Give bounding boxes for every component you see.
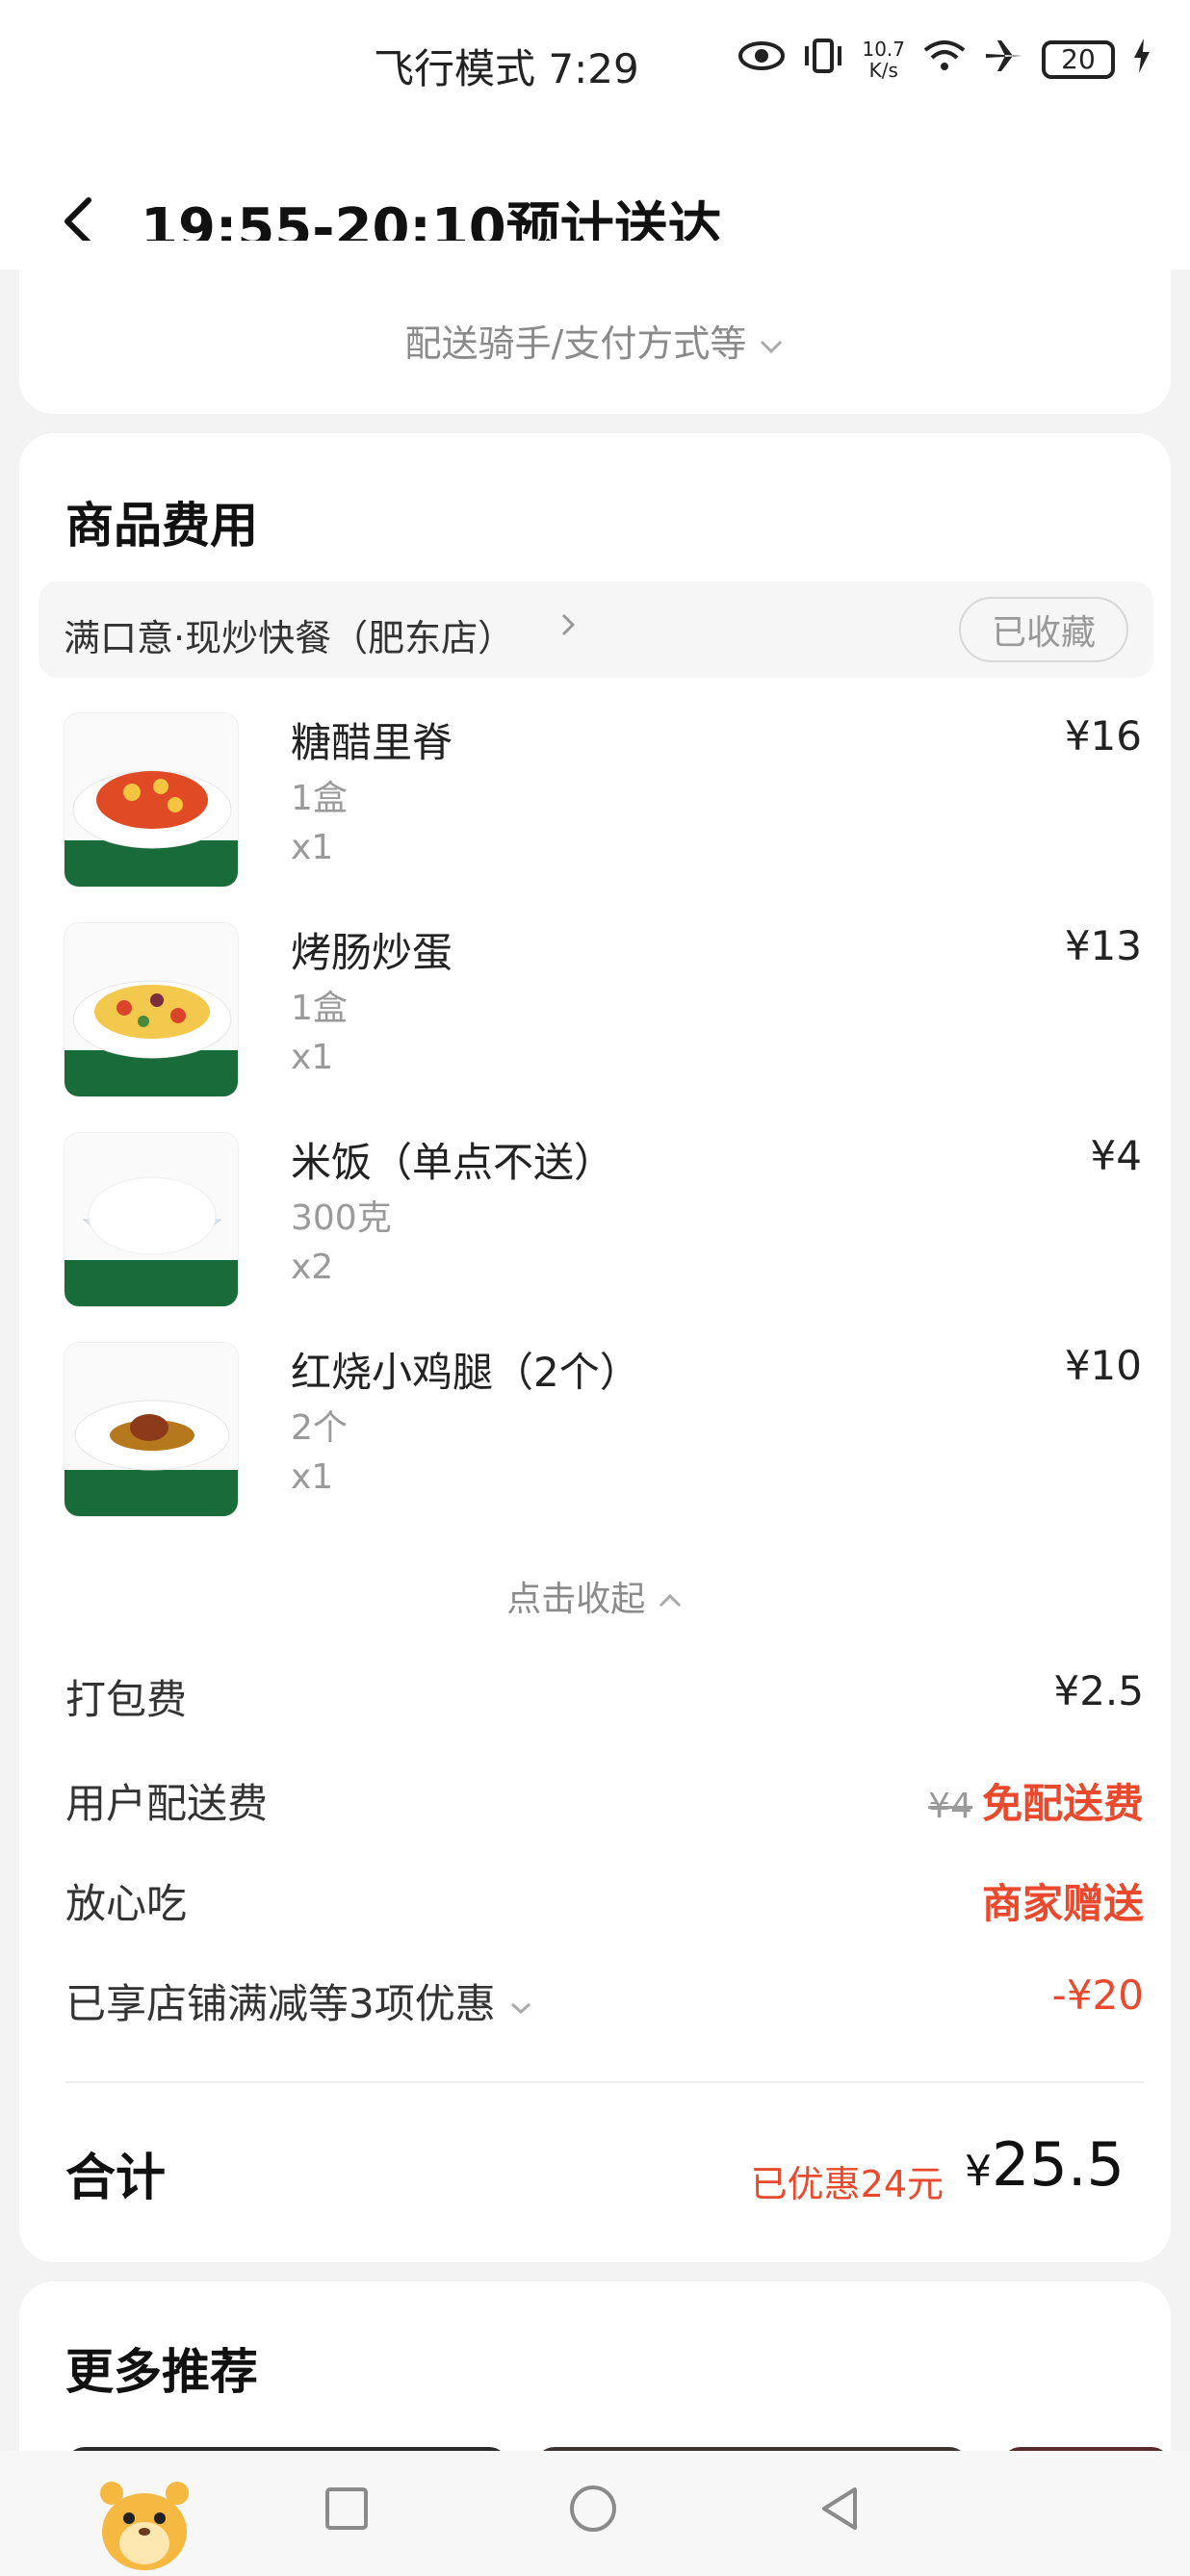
collapse-label: 点击收起: [506, 1580, 646, 1619]
item-spec: 300克: [291, 1198, 392, 1238]
chevron-up-icon: [657, 1580, 684, 1619]
back-nav-icon[interactable]: [816, 2484, 863, 2537]
shop-row[interactable]: 满口意·现炒快餐（肥东店） 已收藏: [39, 581, 1153, 678]
battery-icon: 20: [1042, 39, 1115, 79]
currency-symbol: ¥: [964, 2147, 992, 2196]
mascot-icon[interactable]: [87, 2464, 202, 2576]
packing-fee-value: ¥2.5: [1053, 1667, 1144, 1714]
status-bar: 飞行模式 7:29 10.7 K/s 20: [0, 0, 1190, 135]
total-label: 合计: [65, 2150, 167, 2207]
collapse-button[interactable]: 点击收起: [19, 1571, 1171, 1621]
item-quantity: x1: [291, 1457, 334, 1497]
item-spec: 2个: [291, 1408, 348, 1448]
food-thumbnail: [64, 712, 239, 888]
item-name: 米饭（单点不送）: [291, 1139, 615, 1186]
food-thumbnail: [64, 922, 239, 1097]
packing-fee-row: 打包费 ¥2.5: [65, 1667, 1144, 1725]
packing-fee-label: 打包费: [65, 1676, 188, 1723]
list-item[interactable]: 烤肠炒蛋 1盒 x1 ¥13: [64, 922, 1142, 1099]
free-delivery-label: 免配送费: [981, 1780, 1144, 1827]
more-recommend-title: 更多推荐: [65, 2344, 258, 2400]
recent-apps-icon[interactable]: [323, 2484, 370, 2537]
delivery-fee-value: ¥4 免配送费: [928, 1771, 1144, 1830]
wifi-icon: [922, 39, 967, 80]
network-speed: 10.7 K/s: [862, 37, 905, 82]
vibrate-icon: [802, 37, 844, 82]
safe-eat-label: 放心吃: [65, 1880, 188, 1927]
food-thumbnail: [64, 1342, 239, 1517]
list-item[interactable]: 米饭（单点不送） 300克 x2 ¥4: [64, 1132, 1142, 1309]
item-quantity: x1: [291, 1038, 334, 1077]
delivery-details-link[interactable]: 配送骑手/支付方式等: [19, 314, 1171, 367]
food-thumbnail: [64, 1132, 239, 1307]
divider: [65, 2081, 1144, 2083]
item-spec: 1盒: [291, 989, 348, 1028]
discount-text: 已享店铺满减等3项优惠: [65, 1980, 496, 2027]
goods-fee-card: 商品费用 满口意·现炒快餐（肥东店） 已收藏 糖醋里脊 1盒 x1 ¥16 烤肠…: [19, 433, 1171, 2262]
delivery-fee-row: 用户配送费 ¥4 免配送费: [65, 1771, 1144, 1829]
delivery-details-label: 配送骑手/支付方式等: [404, 322, 747, 365]
shop-name: 满口意·现炒快餐（肥东店）: [64, 617, 515, 659]
discount-row[interactable]: 已享店铺满减等3项优惠 -¥20: [65, 1971, 1144, 2029]
discount-label: 已享店铺满减等3项优惠: [65, 1971, 533, 2030]
item-name: 烤肠炒蛋: [291, 929, 453, 976]
item-name: 红烧小鸡腿（2个）: [291, 1349, 640, 1396]
delivery-original-price: ¥4: [928, 1787, 972, 1826]
list-item[interactable]: 红烧小鸡腿（2个） 2个 x1 ¥10: [64, 1342, 1142, 1519]
airplane-icon: [984, 37, 1024, 82]
item-spec: 1盒: [291, 779, 348, 818]
item-quantity: x1: [291, 828, 334, 867]
chevron-down-icon: [758, 322, 785, 365]
status-time: 飞行模式 7:29: [374, 45, 639, 92]
chevron-down-icon: [508, 1980, 533, 2027]
goods-section-title: 商品费用: [65, 498, 258, 554]
total-saved: 已优惠24元: [750, 2163, 944, 2205]
system-nav-bar: [0, 2451, 1190, 2576]
list-item[interactable]: 糖醋里脊 1盒 x1 ¥16: [64, 712, 1142, 889]
item-quantity: x2: [291, 1248, 334, 1287]
total-number: 25.5: [991, 2129, 1125, 2200]
chevron-right-icon: [558, 608, 578, 648]
item-price: ¥16: [1064, 712, 1142, 760]
item-name: 糖醋里脊: [291, 719, 453, 766]
home-icon[interactable]: [566, 2484, 620, 2537]
item-price: ¥4: [1090, 1132, 1142, 1179]
charging-icon: [1132, 37, 1151, 82]
status-icons: 10.7 K/s 20: [738, 37, 1151, 82]
favorited-button[interactable]: 已收藏: [959, 597, 1128, 662]
eye-icon: [738, 39, 786, 79]
total-amount: ¥25.5: [965, 2129, 1125, 2200]
delivery-info-card: 配送骑手/支付方式等: [19, 241, 1171, 414]
safe-eat-value: 商家赠送: [981, 1880, 1144, 1927]
safe-eat-row: 放心吃 商家赠送: [65, 1871, 1144, 1929]
item-price: ¥13: [1064, 922, 1142, 969]
discount-value: -¥20: [1051, 1971, 1144, 2019]
item-price: ¥10: [1064, 1342, 1142, 1389]
delivery-fee-label: 用户配送费: [65, 1780, 269, 1827]
